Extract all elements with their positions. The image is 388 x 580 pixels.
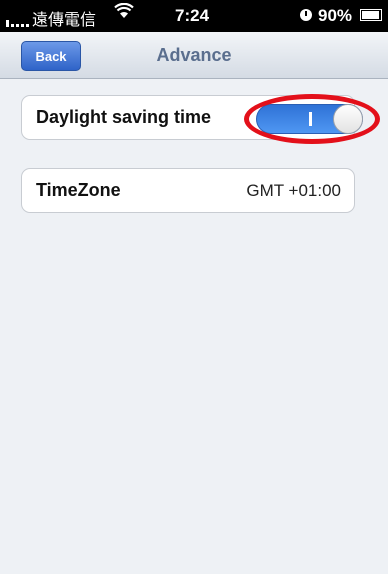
clock-icon	[300, 9, 312, 21]
back-button[interactable]: Back	[21, 41, 81, 71]
carrier-name: 遠傳電信	[32, 12, 97, 29]
timezone-row[interactable]: TimeZone GMT +01:00	[21, 168, 355, 213]
settings-list: Daylight saving time TimeZone GMT +01:00	[0, 79, 388, 574]
status-bar: 遠傳電信 7:24 90%	[0, 0, 388, 32]
bottom-edge	[0, 574, 388, 580]
navigation-bar: Back Advance	[0, 32, 388, 79]
signal-strength-icon	[6, 20, 29, 27]
daylight-saving-label: Daylight saving time	[36, 107, 212, 127]
battery-icon	[360, 9, 382, 21]
battery-percent: 90%	[318, 6, 353, 25]
annotation-circle	[244, 94, 380, 144]
wifi-icon	[114, 2, 134, 24]
status-time: 7:24	[175, 6, 210, 25]
timezone-value: GMT +01:00	[246, 181, 341, 200]
timezone-label: TimeZone	[36, 180, 121, 200]
